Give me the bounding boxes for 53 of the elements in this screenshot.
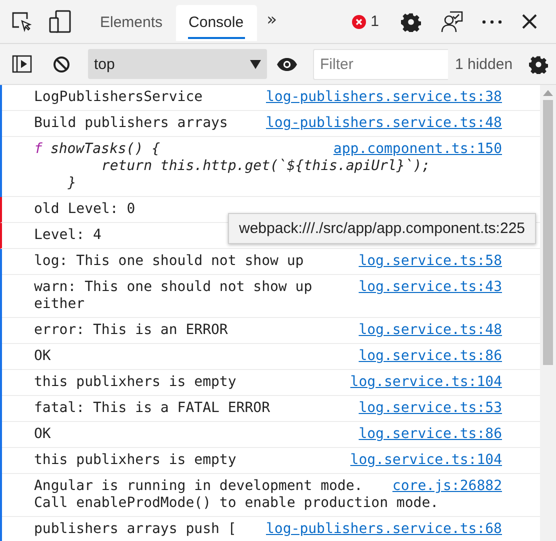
console-message: this publixhers is empty — [34, 452, 236, 468]
clear-icon[interactable] — [53, 56, 70, 72]
console-message: fatal: This is a FATAL ERROR — [34, 400, 270, 416]
source-link[interactable]: log.service.ts:48 — [358, 322, 502, 339]
tooltip: webpack:///./src/app/app.component.ts:225 — [228, 213, 536, 244]
source-link[interactable]: core.js:26882 — [392, 478, 502, 495]
console-message: this publixhers is empty — [34, 374, 236, 390]
console-message: publishers arrays push [ — [34, 521, 236, 537]
function-source-line: showTasks() { — [50, 141, 160, 157]
source-link[interactable]: log.service.ts:86 — [358, 426, 502, 443]
close-icon[interactable] — [522, 14, 537, 29]
source-link[interactable]: log.service.ts:104 — [350, 374, 502, 391]
console-message: Angular is running in development mode. — [34, 478, 363, 494]
feedback-icon[interactable] — [441, 10, 463, 32]
function-icon: f — [34, 141, 42, 157]
source-link[interactable]: log-publishers.service.ts:48 — [266, 115, 502, 132]
sidebar-toggle-icon[interactable] — [12, 55, 32, 73]
console-message: error: This is an ERROR — [34, 322, 228, 338]
device-icon[interactable] — [49, 10, 71, 33]
console-message: Level: 4 — [34, 227, 102, 243]
source-link[interactable]: app.component.ts:150 — [333, 141, 502, 158]
settings-icon[interactable] — [401, 12, 421, 32]
console-message: old Level: 0 — [34, 201, 136, 217]
context-select[interactable]: top — [88, 49, 267, 79]
filter-field[interactable]: Filter — [313, 48, 448, 80]
hidden-count: 1 hidden — [455, 56, 513, 72]
source-link[interactable]: log.service.ts:43 — [358, 279, 502, 296]
console-message: log: This one should not show up — [34, 253, 304, 269]
more-tabs-button[interactable]: » — [266, 10, 277, 30]
console-message: Build publishers arrays — [34, 115, 228, 131]
source-link[interactable]: log.service.ts:58 — [358, 253, 502, 270]
error-count[interactable]: 1 — [370, 13, 379, 30]
panel-tab[interactable]: Console — [176, 4, 257, 40]
source-link[interactable]: log.service.ts:53 — [358, 400, 502, 417]
scrollbar-thumb[interactable] — [543, 100, 553, 365]
source-link[interactable]: log.service.ts:86 — [358, 348, 502, 365]
eye-icon[interactable] — [277, 58, 297, 70]
function-source-line: return this.http.get(`${this.apiUrl}`); — [100, 158, 430, 175]
console-message: OK — [34, 348, 51, 364]
more-icon[interactable] — [482, 20, 502, 24]
function-source-line: } — [66, 175, 76, 192]
error-icon — [352, 14, 366, 28]
settings-icon[interactable] — [529, 54, 548, 74]
inspect-icon[interactable] — [12, 12, 32, 32]
panel-tab[interactable]: Elements — [87, 4, 176, 40]
source-link[interactable]: log.service.ts:104 — [350, 452, 502, 469]
source-link[interactable]: log-publishers.service.ts:38 — [266, 89, 502, 106]
console-message: OK — [34, 426, 51, 442]
console-message: warn: This one should not show up either — [34, 279, 314, 312]
caret-icon — [250, 60, 261, 68]
source-link[interactable]: log-publishers.service.ts:68 — [266, 521, 502, 538]
console-message: LogPublishersService — [34, 89, 203, 105]
console-message: Call enableProdMode() to enable production mode. — [34, 495, 439, 512]
